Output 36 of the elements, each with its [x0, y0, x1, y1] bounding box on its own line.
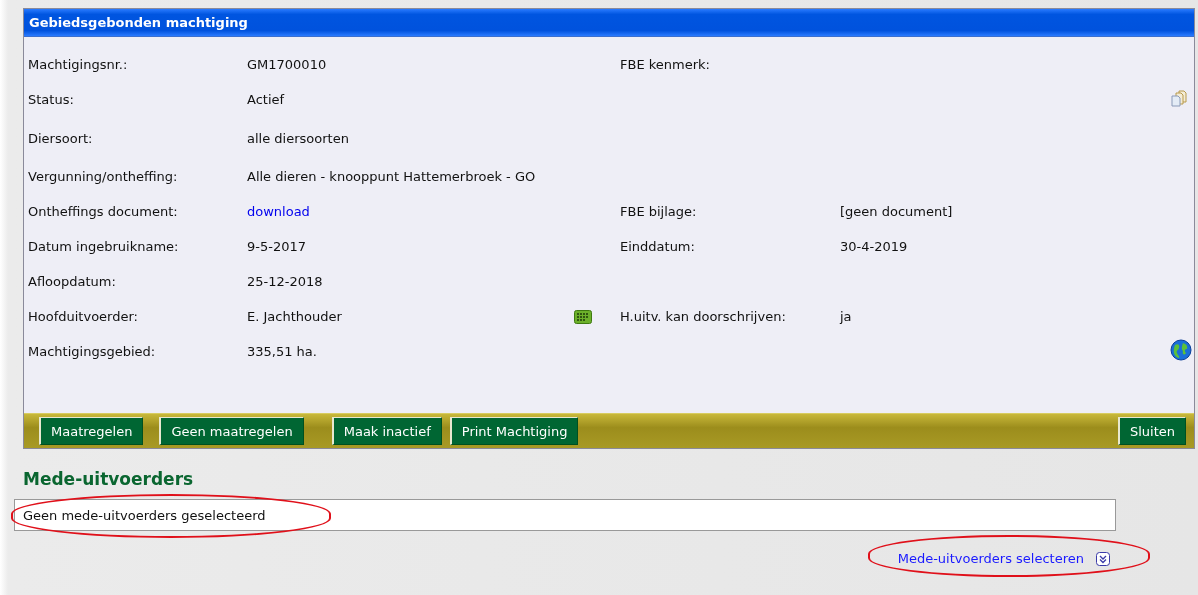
download-link[interactable]: download: [247, 204, 310, 219]
id-card-icon[interactable]: [574, 309, 592, 324]
field-label: Ontheffings document:: [28, 204, 179, 219]
field-label: Einddatum:: [620, 239, 696, 254]
field-label: Machtigingsgebied:: [28, 344, 157, 359]
action-button[interactable]: Print Machtiging: [449, 417, 579, 445]
field-label: Vergunning/ontheffing:: [28, 169, 179, 184]
close-button[interactable]: Sluiten: [1117, 417, 1186, 445]
select-link[interactable]: Mede-uitvoerders selecteren: [897, 551, 1084, 566]
field-value: 9-5-2017: [247, 239, 306, 254]
field-label: Machtigingsnr.:: [28, 57, 129, 72]
field-value: ja: [840, 309, 853, 324]
section-heading: Mede-uitvoerders: [23, 469, 195, 489]
field-value: Actief: [247, 92, 285, 107]
field-label: FBE bijlage:: [620, 204, 698, 219]
action-button[interactable]: Maatregelen: [39, 417, 144, 445]
field-label: Datum ingebruikname:: [28, 239, 180, 254]
field-value: Alle dieren - knooppunt Hattemerbroek - GO: [247, 169, 536, 184]
globe-icon[interactable]: [1170, 339, 1192, 361]
panel-title: Gebiedsgebonden machtiging: [24, 9, 1194, 37]
field-label: Diersoort:: [28, 130, 94, 146]
field-value: [geen document]: [840, 204, 954, 219]
expand-icon[interactable]: [1096, 551, 1110, 566]
field-value: E. Jachthouder: [247, 309, 342, 324]
field-value: alle diersoorten: [247, 130, 349, 146]
field-label: Afloopdatum:: [28, 274, 117, 289]
field-value: 25-12-2018: [247, 274, 323, 289]
field-value: 335,51 ha.: [247, 344, 317, 359]
field-value: GM1700010: [247, 57, 327, 72]
field-label: FBE kenmerk:: [620, 57, 711, 72]
action-button[interactable]: Maak inactief: [331, 417, 442, 445]
action-button[interactable]: Geen maatregelen: [159, 417, 304, 445]
field-value: 30-4-2019: [840, 239, 909, 254]
field-label: H.uitv. kan doorschrijven:: [620, 309, 787, 324]
field-label: Hoofduitvoerder:: [28, 309, 139, 324]
field-label: Status:: [28, 92, 75, 107]
